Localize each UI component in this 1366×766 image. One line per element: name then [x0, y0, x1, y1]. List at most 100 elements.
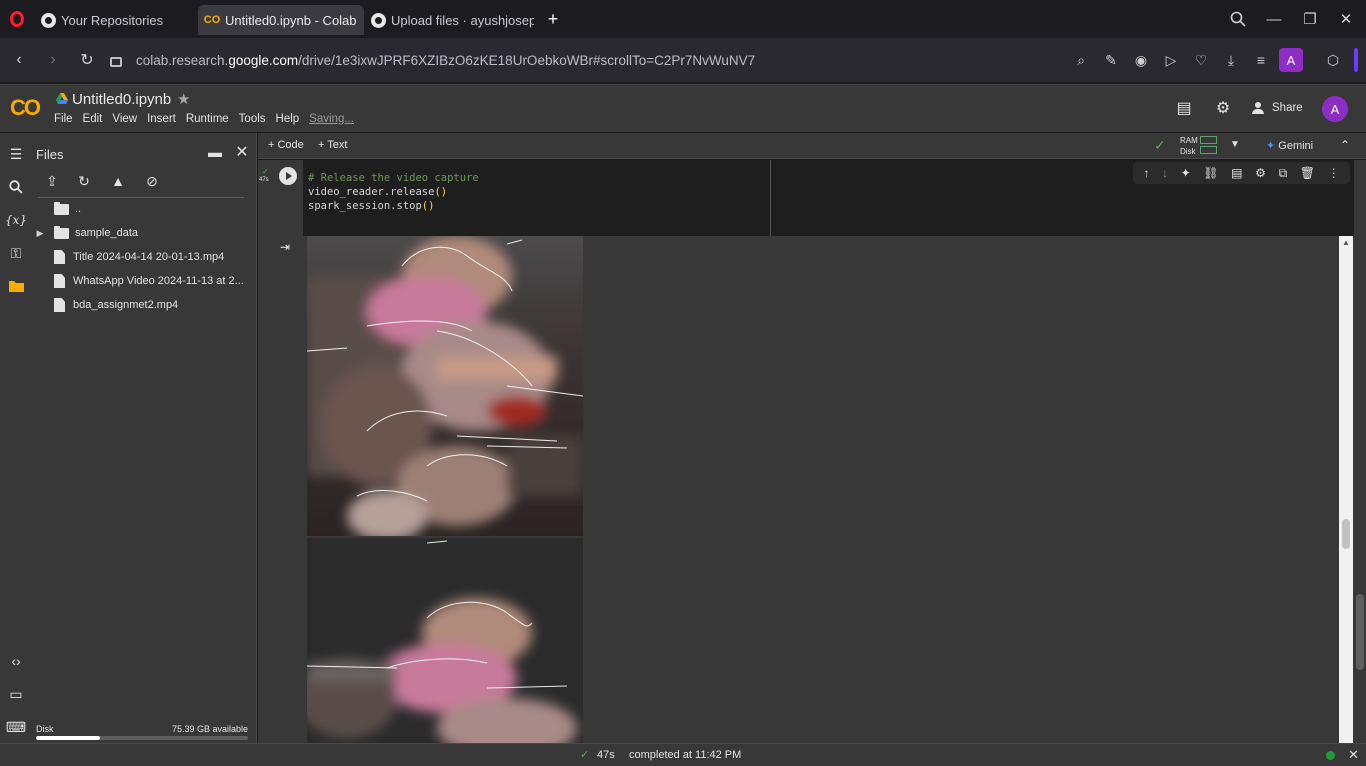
open-in-tab-icon[interactable]: ▬ [205, 142, 225, 162]
sidebar-accent [1354, 48, 1358, 72]
run-cell-button[interactable] [279, 167, 297, 185]
video-frame-image [307, 538, 583, 743]
close-status-icon[interactable]: ✕ [1348, 747, 1359, 763]
move-cell-down-icon[interactable]: ↓ [1162, 166, 1168, 180]
restore-icon[interactable]: ❐ [1292, 0, 1328, 38]
output-scroll-thumb[interactable] [1342, 519, 1350, 549]
account-avatar[interactable]: A [1322, 96, 1348, 122]
new-tab-button[interactable]: + [542, 8, 564, 30]
search-in-page-icon[interactable]: ⌕ [1070, 49, 1092, 71]
file-row[interactable]: bda_assignmet2.mp4 [32, 293, 257, 317]
mount-drive-icon[interactable]: ▲ [108, 171, 128, 191]
heart-icon[interactable]: ♡ [1190, 49, 1212, 71]
delete-cell-icon[interactable]: 🗑 [1300, 166, 1315, 180]
move-cell-up-icon[interactable]: ↑ [1143, 166, 1149, 180]
file-row[interactable]: Title 2024-04-14 20-01-13.mp4 [32, 245, 257, 269]
refresh-icon[interactable]: ↻ [74, 171, 94, 191]
download-icon[interactable]: ⤓ [1220, 49, 1242, 71]
file-icon [54, 298, 65, 312]
resource-monitor[interactable]: RAM Disk [1180, 135, 1198, 157]
star-icon[interactable]: ★ [177, 90, 190, 108]
menu-runtime[interactable]: Runtime [186, 113, 229, 125]
notebook-scrollbar[interactable] [1354, 160, 1366, 743]
tab-colab-notebook[interactable]: CO Untitled0.ipynb - Colab [198, 5, 364, 35]
github-icon [40, 12, 56, 28]
settings-gear-icon[interactable]: ⚙ [1212, 97, 1234, 119]
notebook-scroll-thumb[interactable] [1356, 594, 1364, 670]
url-field[interactable]: colab.research. google.com/drive/1e3ixwJP… [110, 38, 755, 82]
status-bar: ✓ 47s completed at 11:42 PM ✕ [0, 743, 1366, 766]
command-palette-icon[interactable]: ▭ [5, 683, 27, 705]
search-tabs-icon[interactable] [1220, 0, 1256, 38]
secrets-key-icon[interactable]: ⚿ [5, 242, 27, 264]
disk-available: 75.39 GB available [171, 724, 248, 734]
gemini-button[interactable]: ✦ Gemini [1266, 139, 1313, 152]
add-text-button[interactable]: + Text [318, 139, 347, 151]
play-icon[interactable]: ▷ [1160, 49, 1182, 71]
extensions-icon[interactable]: ⬡ [1322, 49, 1344, 71]
code-line-comment: # Release the video capture [308, 172, 479, 184]
profile-avatar[interactable]: A [1279, 48, 1303, 72]
close-panel-icon[interactable]: ✕ [232, 142, 252, 162]
scroll-up-icon[interactable]: ▲ [1342, 238, 1350, 247]
menu-tools[interactable]: Tools [239, 113, 266, 125]
comment-icon[interactable]: ▤ [1231, 166, 1242, 180]
tab-your-repositories[interactable]: Your Repositories [34, 5, 198, 35]
menu-view[interactable]: View [112, 113, 137, 125]
files-panel: Files ▬ ✕ ⇪ ↻ ▲ ⊘ .. ▶ sample_data Title… [32, 133, 257, 743]
close-window-icon[interactable]: ✕ [1328, 0, 1364, 38]
file-icon [54, 274, 65, 288]
people-icon [1252, 102, 1266, 114]
search-icon[interactable] [5, 176, 27, 198]
cell-settings-icon[interactable]: ⚙ [1255, 166, 1266, 180]
output-actions-icon[interactable]: ⇥ [280, 240, 296, 256]
runtime-dropdown-icon[interactable]: ▼ [1230, 139, 1240, 150]
colab-logo[interactable]: CO [10, 95, 41, 121]
cell-toolbar: ↑ ↓ ✦ ⛓ ▤ ⚙ ⧉ 🗑 ⋮ [1133, 162, 1350, 184]
left-icon-rail: ☰ {x} ⚿ ‹› ▭ ⌨ [0, 133, 32, 743]
menu-insert[interactable]: Insert [147, 113, 176, 125]
more-options-icon[interactable]: ⋮ [1328, 166, 1340, 180]
upload-file-icon[interactable]: ⇪ [42, 171, 62, 191]
menu-edit[interactable]: Edit [83, 113, 103, 125]
share-button[interactable]: Share [1252, 97, 1303, 119]
add-code-label: Code [277, 139, 304, 151]
code-editor[interactable]: # Release the video capture video_reader… [303, 160, 771, 236]
connected-check-icon: ✓ [1154, 137, 1166, 153]
opera-logo-icon[interactable] [0, 0, 34, 38]
file-name: Title 2024-04-14 20-01-13.mp4 [73, 251, 225, 263]
forward-icon[interactable]: › [36, 38, 70, 82]
back-icon[interactable]: ‹ [2, 38, 36, 82]
gemini-cell-icon[interactable]: ✦ [1181, 166, 1191, 180]
comment-icon[interactable]: ▤ [1173, 97, 1195, 119]
files-folder-icon[interactable] [5, 275, 27, 297]
variables-icon[interactable]: {x} [5, 209, 27, 231]
menu-help[interactable]: Help [276, 113, 300, 125]
tab-upload-files[interactable]: Upload files · ayushjoseph [364, 5, 534, 35]
cell-success-icon: ✓ [262, 167, 269, 176]
menu-file[interactable]: File [54, 113, 73, 125]
minimize-icon[interactable]: — [1256, 0, 1292, 38]
table-of-contents-icon[interactable]: ☰ [5, 143, 27, 165]
terminal-icon[interactable]: ⌨ [5, 716, 27, 738]
collapse-header-icon[interactable]: ⌃ [1340, 138, 1350, 152]
link-icon[interactable]: ⛓ [1203, 166, 1218, 180]
output-scrollbar[interactable]: ▲ [1339, 236, 1353, 743]
reload-icon[interactable]: ↻ [70, 38, 104, 82]
notebook-title[interactable]: Untitled0.ipynb [72, 91, 171, 108]
easy-setup-icon[interactable]: ≡ [1250, 49, 1272, 71]
disk-usage-fill [36, 736, 100, 740]
file-row[interactable]: WhatsApp Video 2024-11-13 at 2... [32, 269, 257, 293]
parent-folder-row[interactable]: .. [32, 197, 257, 221]
hide-hidden-files-icon[interactable]: ⊘ [142, 171, 162, 191]
mirror-cell-icon[interactable]: ⧉ [1279, 166, 1288, 181]
url-domain: google.com [228, 52, 299, 68]
add-code-button[interactable]: + Code [268, 139, 304, 151]
url-path: /drive/1e3ixwJPRF6XZIBzO6zKE18UrOebkoWBr… [298, 52, 756, 68]
edit-icon[interactable]: ✎ [1100, 49, 1122, 71]
code-snippets-icon[interactable]: ‹› [5, 650, 27, 672]
camera-icon[interactable]: ◉ [1130, 49, 1152, 71]
expand-caret-icon[interactable]: ▶ [32, 228, 48, 239]
saving-status: Saving... [309, 113, 354, 125]
file-row-sample-data[interactable]: ▶ sample_data [32, 221, 257, 245]
